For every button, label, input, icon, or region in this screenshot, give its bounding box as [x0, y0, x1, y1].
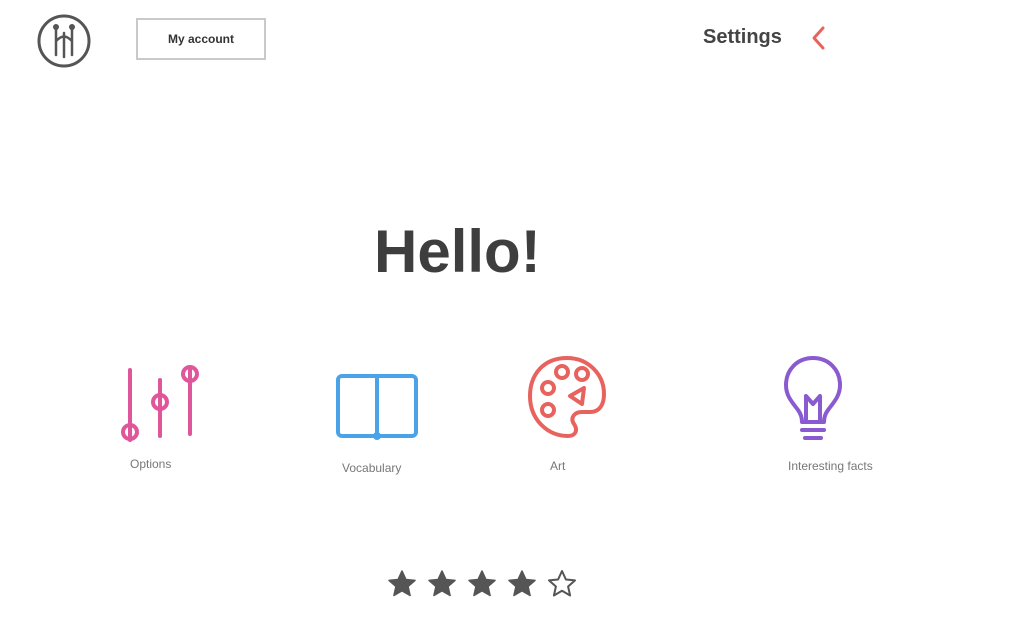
tile-vocabulary[interactable]: Vocabulary	[332, 370, 422, 475]
lightbulb-icon	[784, 356, 842, 440]
tile-interesting-facts[interactable]: Interesting facts	[780, 352, 878, 473]
tile-art[interactable]: Art	[524, 352, 610, 473]
book-icon	[336, 374, 418, 440]
account-button[interactable]: My account	[136, 18, 266, 60]
tile-options[interactable]: Options	[112, 360, 212, 471]
top-bar: My account Settings	[0, 0, 1023, 90]
tile-interesting-facts-label: Interesting facts	[788, 459, 873, 473]
star-filled-icon[interactable]	[426, 568, 458, 600]
star-empty-icon[interactable]	[546, 568, 578, 600]
star-filled-icon[interactable]	[386, 568, 418, 600]
tree-logo-icon	[37, 14, 91, 68]
settings-link[interactable]: Settings	[703, 26, 782, 49]
tile-options-label: Options	[130, 457, 172, 471]
star-filled-icon[interactable]	[466, 568, 498, 600]
tile-art-label: Art	[550, 459, 566, 473]
star-rating[interactable]	[386, 568, 578, 600]
logo[interactable]	[36, 13, 92, 69]
chevron-left-icon[interactable]	[808, 22, 830, 54]
account-button-label: My account	[167, 32, 234, 46]
greeting-heading: Hello!	[374, 218, 541, 285]
sliders-icon	[121, 365, 199, 442]
tile-vocabulary-label: Vocabulary	[342, 461, 402, 475]
palette-icon	[528, 356, 606, 438]
star-filled-icon[interactable]	[506, 568, 538, 600]
